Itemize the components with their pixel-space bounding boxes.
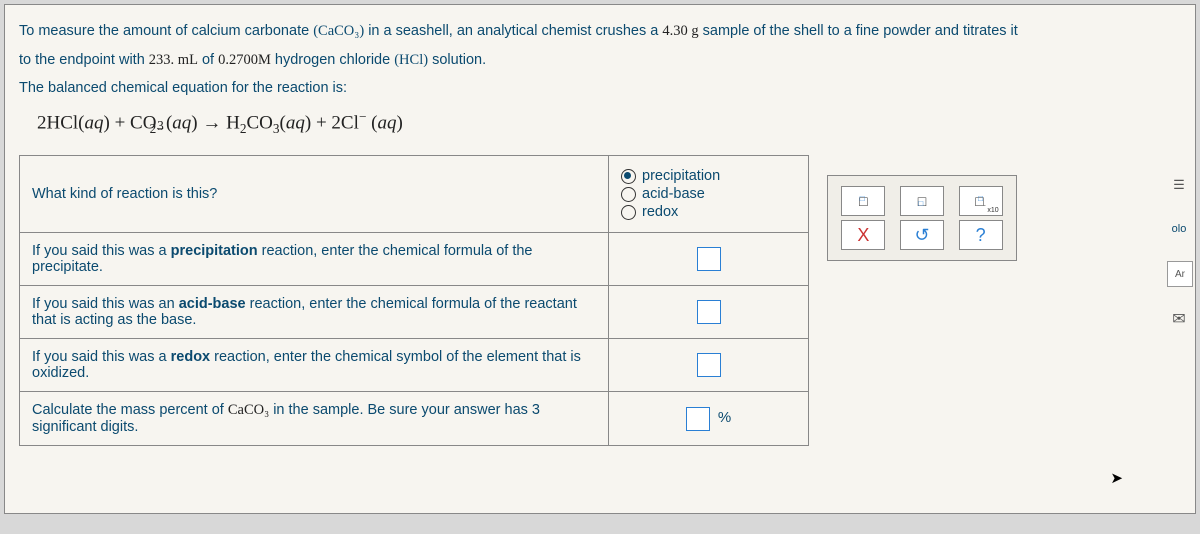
problem-statement: To measure the amount of calcium carbona… — [19, 19, 1181, 101]
question-table: What kind of reaction is this? precipita… — [19, 155, 809, 446]
superscript-button[interactable]: □□ — [841, 186, 885, 216]
intro-text: to the endpoint with — [19, 52, 149, 68]
intro-text: in a seashell, an analytical chemist cru… — [368, 23, 662, 39]
sci-notation-button[interactable]: □.□ x10 — [959, 186, 1003, 216]
intro-text: sample of the shell to a fine powder and… — [703, 23, 1018, 39]
radio-acid-base[interactable]: acid-base — [621, 186, 796, 202]
format-pad: □□ □□ □.□ x10 X ↺ ? — [827, 175, 1017, 261]
radio-label: precipitation — [642, 168, 720, 184]
intro-text: To measure the amount of calcium carbona… — [19, 23, 313, 39]
message-icon[interactable]: ✉ — [1167, 307, 1191, 331]
periodic-table-icon[interactable]: Ar — [1167, 261, 1193, 287]
sample-mass: 4.30 g — [662, 23, 698, 39]
mass-percent-input[interactable] — [686, 407, 710, 431]
equation-intro: The balanced chemical equation for the r… — [19, 76, 1181, 101]
radio-icon — [621, 187, 636, 202]
q1-label: What kind of reaction is this? — [20, 156, 609, 233]
q3-answer-cell — [609, 286, 809, 339]
q1-answer-cell: precipitation acid-base redox — [609, 156, 809, 233]
radio-icon — [621, 205, 636, 220]
q5-label: Calculate the mass percent of CaCO₃ in t… — [20, 392, 609, 446]
list-icon[interactable]: ☰ — [1167, 173, 1191, 197]
subscript-button[interactable]: □□ — [900, 186, 944, 216]
radio-redox[interactable]: redox — [621, 204, 796, 220]
formula-hcl: (HCl) — [394, 52, 428, 68]
radio-label: acid-base — [642, 186, 705, 202]
q4-label: If you said this was a redox reaction, e… — [20, 339, 609, 392]
radio-label: redox — [642, 204, 678, 220]
balanced-equation: 2HCl(aq) + CO2−3 (aq) → H2CO3(aq) + 2Cl−… — [37, 109, 1181, 137]
olo-icon[interactable]: olo — [1167, 217, 1191, 241]
q4-answer-cell — [609, 339, 809, 392]
cursor-icon: ➤ — [1110, 469, 1123, 487]
right-toolbar: ☰ olo Ar ✉ — [1167, 173, 1197, 331]
q2-answer-cell — [609, 233, 809, 286]
reset-button[interactable]: ↺ — [900, 220, 944, 250]
titrant-concentration: 0.2700M — [218, 52, 271, 68]
precipitate-input[interactable] — [697, 247, 721, 271]
base-input[interactable] — [697, 300, 721, 324]
intro-text: of — [202, 52, 218, 68]
titrant-volume: 233. mL — [149, 52, 198, 68]
clear-button[interactable]: X — [841, 220, 885, 250]
q5-answer-cell: % — [609, 392, 809, 446]
oxidized-element-input[interactable] — [697, 353, 721, 377]
q3-label: If you said this was an acid-base reacti… — [20, 286, 609, 339]
percent-unit: % — [718, 409, 731, 426]
radio-icon — [621, 169, 636, 184]
help-button[interactable]: ? — [959, 220, 1003, 250]
intro-text: hydrogen chloride — [275, 52, 394, 68]
formula-caco3: (CaCO₃) — [313, 23, 364, 39]
intro-text: solution. — [432, 52, 486, 68]
radio-precipitation[interactable]: precipitation — [621, 168, 796, 184]
q2-label: If you said this was a precipitation rea… — [20, 233, 609, 286]
